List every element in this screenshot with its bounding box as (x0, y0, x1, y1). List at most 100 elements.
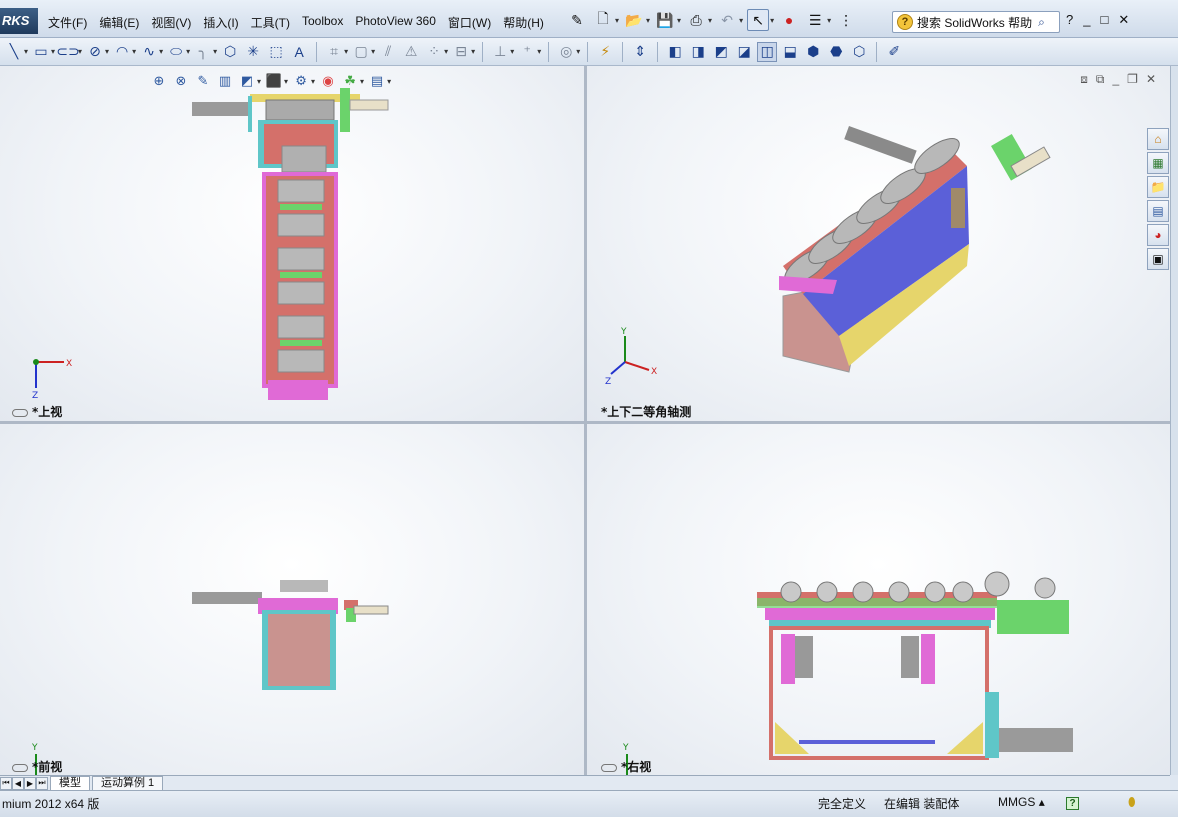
repair-icon[interactable]: ⁺ (517, 42, 537, 62)
solidworks-logo: RKS (0, 8, 38, 34)
view-back-icon[interactable]: ◨ (688, 42, 708, 62)
menu-file[interactable]: 文件(F) (42, 12, 93, 33)
spline-icon[interactable]: ∿ (139, 42, 159, 62)
link-views-icon[interactable] (601, 763, 617, 772)
offset-icon[interactable]: ⫽ (378, 42, 398, 62)
menu-view[interactable]: 视图(V) (145, 12, 197, 33)
unit-dropdown-arrow: ▴ (1038, 795, 1045, 809)
view-front-icon[interactable]: ◧ (665, 42, 685, 62)
first-tab-icon[interactable]: ⏮ (0, 776, 12, 790)
viewport-dimetric[interactable]: ⧈ ⧉ _ ❐ ✕ Y X Z *上下二等角轴测 (587, 66, 1170, 421)
view-name: *上视 (32, 405, 63, 419)
quick-snaps-icon[interactable]: ◎ (556, 42, 576, 62)
normal-to-icon[interactable]: ⇕ (630, 42, 650, 62)
viewport-top[interactable]: ⊕ ⊗ ✎ ▥ ◩ ▾ ⬛ ▾ ⚙ ▾ ◉ ☘ ▾ ▤ ▾ X Z *上视 (0, 66, 584, 421)
point-icon[interactable]: ✳ (243, 42, 263, 62)
unit-system-selector[interactable]: MMGS ▴ (998, 795, 1045, 809)
model-top-view[interactable] (0, 66, 584, 421)
status-bar: mium 2012 x64 版 完全定义 在编辑 装配体 MMGS ▴ ? ⬮ (0, 790, 1178, 817)
text-icon[interactable]: A (289, 42, 309, 62)
line-icon[interactable]: ╲ (4, 42, 24, 62)
plane-icon[interactable]: ⬚ (266, 42, 286, 62)
quick-access-toolbar: ✎ 🗋 ▾ 📂 ▾ 💾 ▾ ⎙ ▾ ↶ ▾ ↖ ▾ ● ☰ ▾ ⋮ (566, 9, 857, 31)
new-document-icon[interactable]: 🗋 (592, 9, 614, 31)
menu-insert[interactable]: 插入(I) (197, 12, 244, 33)
tab-model[interactable]: 模型 (50, 776, 90, 790)
save-icon[interactable]: 💾 (654, 9, 676, 31)
search-placeholder: 搜索 SolidWorks 帮助 (917, 15, 1033, 30)
axis-y-label: Y (622, 743, 629, 753)
tab-motion-study[interactable]: 运动算例 1 (92, 776, 164, 790)
fillet-icon[interactable]: ╮ (193, 42, 213, 62)
help-button[interactable]: ? (1066, 12, 1073, 28)
appearances-icon[interactable]: ◕ (1147, 224, 1169, 246)
menu-tools[interactable]: 工具(T) (245, 12, 296, 33)
view-dimetric-icon[interactable]: ⬡ (849, 42, 869, 62)
view-bottom-icon[interactable]: ⬓ (780, 42, 800, 62)
model-dimetric-view[interactable] (587, 66, 1170, 421)
options-icon[interactable]: ⋮ (835, 9, 857, 31)
arc-icon[interactable]: ◠ (112, 42, 132, 62)
search-help-box[interactable]: ? 搜索 SolidWorks 帮助 ⌕ (892, 11, 1060, 33)
view-left-icon[interactable]: ◩ (711, 42, 731, 62)
slot-icon[interactable]: ⊂⊃ (56, 42, 79, 62)
search-icon[interactable]: ⌕ (1038, 15, 1045, 30)
menu-edit[interactable]: 编辑(E) (93, 12, 145, 33)
next-tab-icon[interactable]: ▶ (24, 776, 36, 790)
graphics-area[interactable]: ⊕ ⊗ ✎ ▥ ◩ ▾ ⬛ ▾ ⚙ ▾ ◉ ☘ ▾ ▤ ▾ X Z *上视 ⧈ … (0, 66, 1170, 775)
relations-icon[interactable]: ⊥ (490, 42, 510, 62)
undo-icon[interactable]: ↶ (716, 9, 738, 31)
unit-system-label: MMGS (998, 795, 1036, 809)
view-trimetric-icon[interactable]: ⬣ (826, 42, 846, 62)
custom-properties-icon[interactable]: ▣ (1147, 248, 1169, 270)
model-front-view[interactable] (0, 424, 584, 775)
file-properties-icon[interactable]: ☰ (804, 9, 826, 31)
help-question-icon: ? (897, 14, 913, 30)
toolbar-separator (548, 41, 550, 62)
sketch-toolbar: ╲ ▾ ▭ ▾ ⊂⊃ ▾ ⊘ ▾ ◠ ▾ ∿ ▾ ⬭ ▾ ╮ ▾ ⬡ ✳ ⬚ A ⌗ ▾ ▢ ▾ ⫽… (0, 38, 1178, 66)
last-tab-icon[interactable]: ⏭ (36, 776, 48, 790)
mirror-icon[interactable]: ⚠ (401, 42, 421, 62)
print-icon[interactable]: ⎙ (685, 9, 707, 31)
move-entities-icon[interactable]: ⊟ (451, 42, 471, 62)
select-arrow-icon[interactable]: ↖ (747, 9, 770, 31)
horizontal-splitter[interactable] (0, 421, 1170, 424)
view-top-icon[interactable]: ◫ (757, 41, 778, 62)
viewport-right[interactable]: Y Z *右视 (587, 424, 1170, 775)
design-library-icon[interactable]: ▦ (1147, 152, 1169, 174)
rebuild-traffic-light-icon[interactable]: ● (778, 9, 800, 31)
model-right-view[interactable] (587, 424, 1170, 775)
menu-toolbox[interactable]: Toolbox (296, 12, 349, 33)
view-right-icon[interactable]: ◪ (734, 42, 754, 62)
menu-window[interactable]: 窗口(W) (442, 12, 497, 33)
convert-entities-icon[interactable]: ▢ (351, 42, 371, 62)
main-menu: 文件(F) 编辑(E) 视图(V) 插入(I) 工具(T) Toolbox Ph… (42, 12, 550, 33)
circle-icon[interactable]: ⊘ (85, 42, 105, 62)
open-folder-icon[interactable]: 📂 (623, 9, 645, 31)
prev-tab-icon[interactable]: ◀ (12, 776, 24, 790)
menu-photoview[interactable]: PhotoView 360 (349, 12, 442, 33)
polygon-icon[interactable]: ⬡ (220, 42, 240, 62)
measure-icon[interactable]: ✐ (884, 42, 904, 62)
pattern-icon[interactable]: ⁘ (424, 42, 444, 62)
view-isometric-icon[interactable]: ⬢ (803, 42, 823, 62)
right-scroll-edge (1170, 66, 1178, 775)
maximize-button[interactable]: □ (1100, 12, 1108, 28)
tag-icon[interactable]: ⬮ (1128, 795, 1136, 810)
rectangle-icon[interactable]: ▭ (31, 42, 51, 62)
quick-tips-button[interactable]: ? (1066, 795, 1079, 810)
minimize-button[interactable]: _ (1083, 12, 1090, 28)
pin-icon[interactable]: ✎ (566, 9, 588, 31)
viewport-front[interactable]: Y X *前视 (0, 424, 584, 775)
menu-bar: RKS 文件(F) 编辑(E) 视图(V) 插入(I) 工具(T) Toolbo… (0, 0, 1178, 38)
home-icon[interactable]: ⌂ (1147, 128, 1169, 150)
close-button[interactable]: ✕ (1118, 12, 1129, 28)
file-explorer-icon[interactable]: 📁 (1147, 176, 1169, 198)
menu-help[interactable]: 帮助(H) (497, 12, 550, 33)
link-views-icon[interactable] (12, 763, 28, 772)
trim-icon[interactable]: ⌗ (324, 42, 344, 62)
link-views-icon[interactable] (12, 408, 28, 417)
rapid-sketch-icon[interactable]: ⚡ (595, 42, 615, 62)
view-palette-icon[interactable]: ▤ (1147, 200, 1169, 222)
ellipse-icon[interactable]: ⬭ (166, 42, 186, 62)
